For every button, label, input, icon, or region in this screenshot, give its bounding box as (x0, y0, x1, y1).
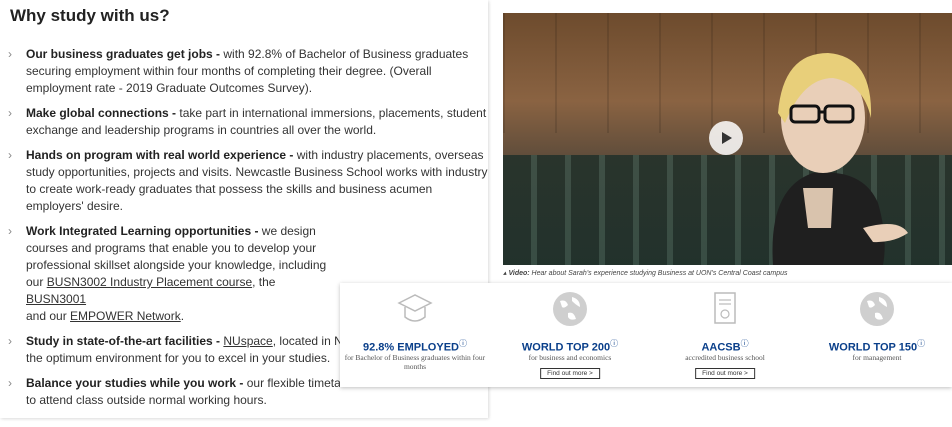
stat-world-top-150: WORLD TOP 150ⓘ for management (802, 283, 952, 387)
info-icon: ⓘ (610, 339, 619, 348)
item-heading: Hands on program with real world experie… (26, 148, 294, 162)
stat-subtext: for management (852, 353, 902, 362)
globe-icon (553, 292, 587, 326)
stat-headline-text: AACSB (701, 341, 741, 354)
item-text: our flexible timeta (243, 376, 341, 390)
item-heading: Our business graduates get jobs - (26, 47, 221, 61)
stat-headline: 92.8% EMPLOYEDⓘ (340, 338, 490, 354)
stat-world-top-200: WORLD TOP 200ⓘ for business and economic… (495, 283, 645, 387)
stat-headline: AACSBⓘ (650, 338, 800, 354)
item-text: the optimum environment for you to excel… (26, 351, 331, 365)
info-icon: ⓘ (917, 339, 926, 348)
chevron-right-icon: › (8, 376, 12, 390)
empower-network-link[interactable]: EMPOWER Network (70, 309, 181, 323)
list-item: › Make global connections - take part in… (0, 105, 488, 139)
graduation-cap-icon (397, 294, 433, 322)
play-button[interactable] (709, 121, 743, 155)
item-text: , located in N (272, 334, 343, 348)
nuspace-link[interactable]: NUspace (223, 334, 272, 348)
stat-aacsb: AACSBⓘ accredited business school Find o… (650, 283, 800, 387)
section-title: Why study with us? (10, 6, 170, 25)
item-heading: Make global connections - (26, 106, 177, 120)
item-heading: Study in state-of-the-art facilities - (26, 334, 221, 348)
chevron-right-icon: › (8, 106, 12, 120)
caption-text: Hear about Sarah's experience studying B… (529, 270, 788, 277)
stat-subtext: for business and economics (528, 353, 612, 362)
info-icon: ⓘ (458, 339, 467, 348)
find-out-more-button[interactable]: Find out more > (695, 368, 755, 379)
chevron-right-icon: › (8, 224, 12, 238)
find-out-more-button[interactable]: Find out more > (540, 368, 600, 379)
busn3002-link[interactable]: BUSN3002 Industry Placement course (47, 275, 252, 289)
stats-bar: 92.8% EMPLOYEDⓘ for Bachelor of Business… (340, 283, 952, 387)
certificate-icon (714, 292, 736, 324)
list-item: › Hands on program with real world exper… (0, 147, 488, 215)
caption-label: Video: (508, 270, 530, 277)
video-caption: ▴ Video: Hear about Sarah's experience s… (503, 269, 952, 277)
chevron-right-icon: › (8, 148, 12, 162)
item-text: . (180, 309, 185, 323)
item-text: , the (252, 275, 276, 289)
stat-employed: 92.8% EMPLOYEDⓘ for Bachelor of Business… (340, 283, 490, 387)
stat-headline: WORLD TOP 150ⓘ (802, 338, 952, 354)
play-icon (722, 132, 732, 144)
item-text: to attend class outside normal working h… (26, 393, 267, 407)
info-icon: ⓘ (740, 339, 749, 348)
stat-subtext: for Bachelor of Business graduates withi… (344, 353, 486, 371)
chevron-right-icon: › (8, 334, 12, 348)
item-heading: Work Integrated Learning opportunities - (26, 224, 259, 238)
stat-subtext: accredited business school (685, 353, 765, 362)
globe-icon (860, 292, 894, 326)
item-text: and our (26, 309, 71, 323)
caption-arrow-icon: ▴ (503, 270, 507, 277)
item-heading: Balance your studies while you work - (26, 376, 244, 390)
busn3001-link[interactable]: BUSN3001 (26, 292, 86, 306)
list-item: › Our business graduates get jobs - with… (0, 46, 488, 97)
stat-headline-text: WORLD TOP 150 (828, 341, 918, 354)
stat-headline-text: 92.8% EMPLOYED (363, 341, 459, 354)
chevron-right-icon: › (8, 47, 12, 61)
video-player[interactable] (503, 13, 952, 265)
stat-headline-text: WORLD TOP 200 (521, 341, 611, 354)
speaker-figure (772, 53, 908, 265)
stat-headline: WORLD TOP 200ⓘ (495, 338, 645, 354)
